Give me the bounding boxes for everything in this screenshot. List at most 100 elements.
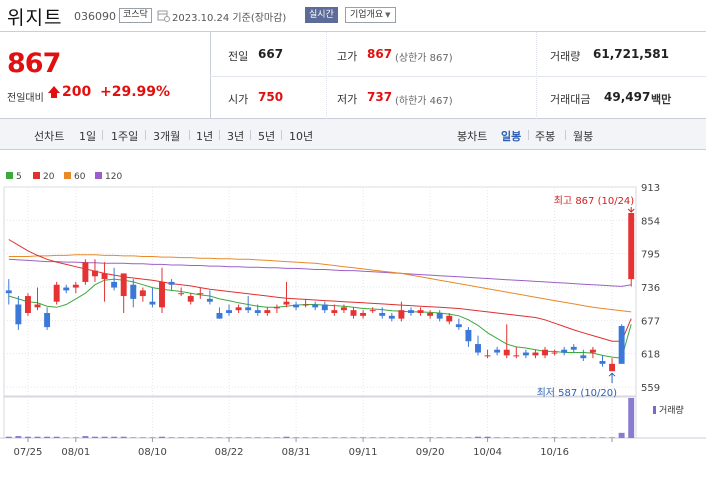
x-tick-label: 08/22 bbox=[215, 447, 244, 458]
candle-body bbox=[513, 355, 520, 357]
upper-limit-note: (상한가 867) bbox=[395, 53, 453, 64]
volume-bar bbox=[235, 437, 242, 438]
candle-body bbox=[197, 293, 204, 295]
chevron-down-icon: ▼ bbox=[385, 11, 391, 19]
volume-bar bbox=[628, 398, 635, 438]
volume-bar bbox=[446, 437, 453, 438]
x-tick-label: 10/16 bbox=[540, 447, 569, 458]
period-5y[interactable]: 5년 bbox=[258, 128, 275, 144]
volume-bar bbox=[34, 436, 41, 438]
candle-body bbox=[63, 287, 70, 291]
candle-body bbox=[159, 281, 165, 308]
volume-bar bbox=[609, 437, 616, 438]
realtime-button[interactable]: 실시간 bbox=[305, 7, 338, 23]
volume-bar bbox=[388, 437, 395, 438]
volume-bar bbox=[293, 437, 300, 438]
candle-body bbox=[360, 312, 367, 316]
volume-bar bbox=[15, 436, 22, 438]
volume-bar bbox=[120, 436, 127, 438]
volume-bar bbox=[427, 437, 434, 438]
up-arrow-icon bbox=[48, 86, 60, 98]
period-1y[interactable]: 1년 bbox=[196, 128, 213, 144]
divider bbox=[528, 130, 529, 140]
candle-body bbox=[293, 304, 300, 308]
volume-bar bbox=[264, 437, 271, 438]
legend-swatch bbox=[64, 172, 71, 179]
candle-body bbox=[551, 352, 558, 354]
candle-body bbox=[465, 329, 472, 342]
period-3m[interactable]: 3개월 bbox=[153, 128, 180, 144]
volume-bar bbox=[53, 436, 60, 438]
candle-body bbox=[226, 310, 232, 313]
volume-bar bbox=[130, 437, 137, 438]
candle-chart-label: 봉차트 bbox=[457, 130, 488, 143]
period-10y[interactable]: 10년 bbox=[289, 128, 313, 144]
candle-body bbox=[254, 310, 261, 313]
volume-bar bbox=[44, 436, 51, 438]
candle-body bbox=[206, 298, 213, 302]
divider bbox=[219, 130, 220, 140]
volume-bar bbox=[465, 437, 472, 438]
candle-body bbox=[130, 284, 137, 299]
ma-line-ma60 bbox=[8, 254, 632, 313]
candle-body bbox=[72, 284, 79, 288]
legend-swatch bbox=[6, 172, 13, 179]
candle-body bbox=[561, 349, 568, 353]
candle-body bbox=[532, 352, 539, 356]
candle-weekly[interactable]: 주봉 bbox=[535, 128, 555, 144]
candle-body bbox=[340, 307, 347, 311]
volume-legend: 거래량 bbox=[653, 403, 684, 416]
divider bbox=[210, 76, 706, 77]
volume-bar bbox=[503, 437, 510, 438]
company-overview-label: 기업개요 bbox=[350, 10, 384, 20]
volume-bar bbox=[197, 437, 204, 438]
candle-body bbox=[321, 304, 328, 311]
volume-bar bbox=[149, 437, 156, 438]
ma-line-ma20 bbox=[8, 239, 632, 342]
volume-bar bbox=[72, 437, 79, 438]
amount-unit: 백만 bbox=[651, 93, 672, 106]
period-1d[interactable]: 1일 bbox=[79, 128, 96, 144]
ma-line-ma5 bbox=[8, 278, 632, 359]
volume-bar bbox=[551, 437, 558, 438]
volume-bar bbox=[92, 436, 98, 438]
y-tick-label: 854 bbox=[641, 216, 660, 227]
y-tick-label: 559 bbox=[641, 383, 660, 394]
divider bbox=[189, 130, 190, 140]
divider bbox=[565, 130, 566, 140]
candle-body bbox=[398, 310, 405, 319]
candle-body bbox=[503, 349, 510, 356]
volume-bar bbox=[475, 436, 481, 438]
company-overview-button[interactable]: 기업개요 ▼ bbox=[345, 7, 396, 23]
candle-daily[interactable]: 일봉 bbox=[501, 128, 521, 144]
volume-bar bbox=[302, 437, 309, 438]
volume-bar bbox=[321, 437, 328, 438]
low-label: 저가 bbox=[337, 93, 358, 106]
candle-body bbox=[475, 344, 481, 353]
volume-bar bbox=[111, 436, 118, 438]
stock-header: 위지트 036090 코스닥 2023.10.24 기준(장마감) 실시간 기업… bbox=[0, 0, 706, 32]
candle-body bbox=[139, 290, 146, 297]
candle-body bbox=[264, 310, 271, 313]
divider bbox=[145, 130, 146, 140]
volume-bar bbox=[24, 436, 31, 438]
period-toolbar: 선차트 1일 1주일 3개월 1년 3년 5년 10년 봉차트 일봉 주봉 월봉 bbox=[0, 119, 706, 150]
candle-body bbox=[24, 296, 31, 313]
candle-body bbox=[273, 307, 280, 309]
candle-monthly[interactable]: 월봉 bbox=[573, 128, 593, 144]
legend-ma60: 60 bbox=[64, 172, 85, 182]
period-1w[interactable]: 1주일 bbox=[111, 128, 138, 144]
high-label: 고가 bbox=[337, 50, 358, 63]
legend-ma120: 120 bbox=[95, 172, 122, 182]
candle-body bbox=[216, 312, 223, 319]
candle-body bbox=[5, 290, 12, 294]
volume-bar bbox=[159, 436, 165, 438]
legend-label: 5 bbox=[16, 172, 22, 182]
candle-body bbox=[436, 312, 443, 319]
x-tick-label: 10/04 bbox=[473, 447, 502, 458]
volume-bar bbox=[350, 437, 357, 438]
volume-bar bbox=[455, 437, 462, 438]
candle-body bbox=[120, 273, 127, 297]
period-3y[interactable]: 3년 bbox=[227, 128, 244, 144]
volume-bar bbox=[369, 437, 376, 438]
